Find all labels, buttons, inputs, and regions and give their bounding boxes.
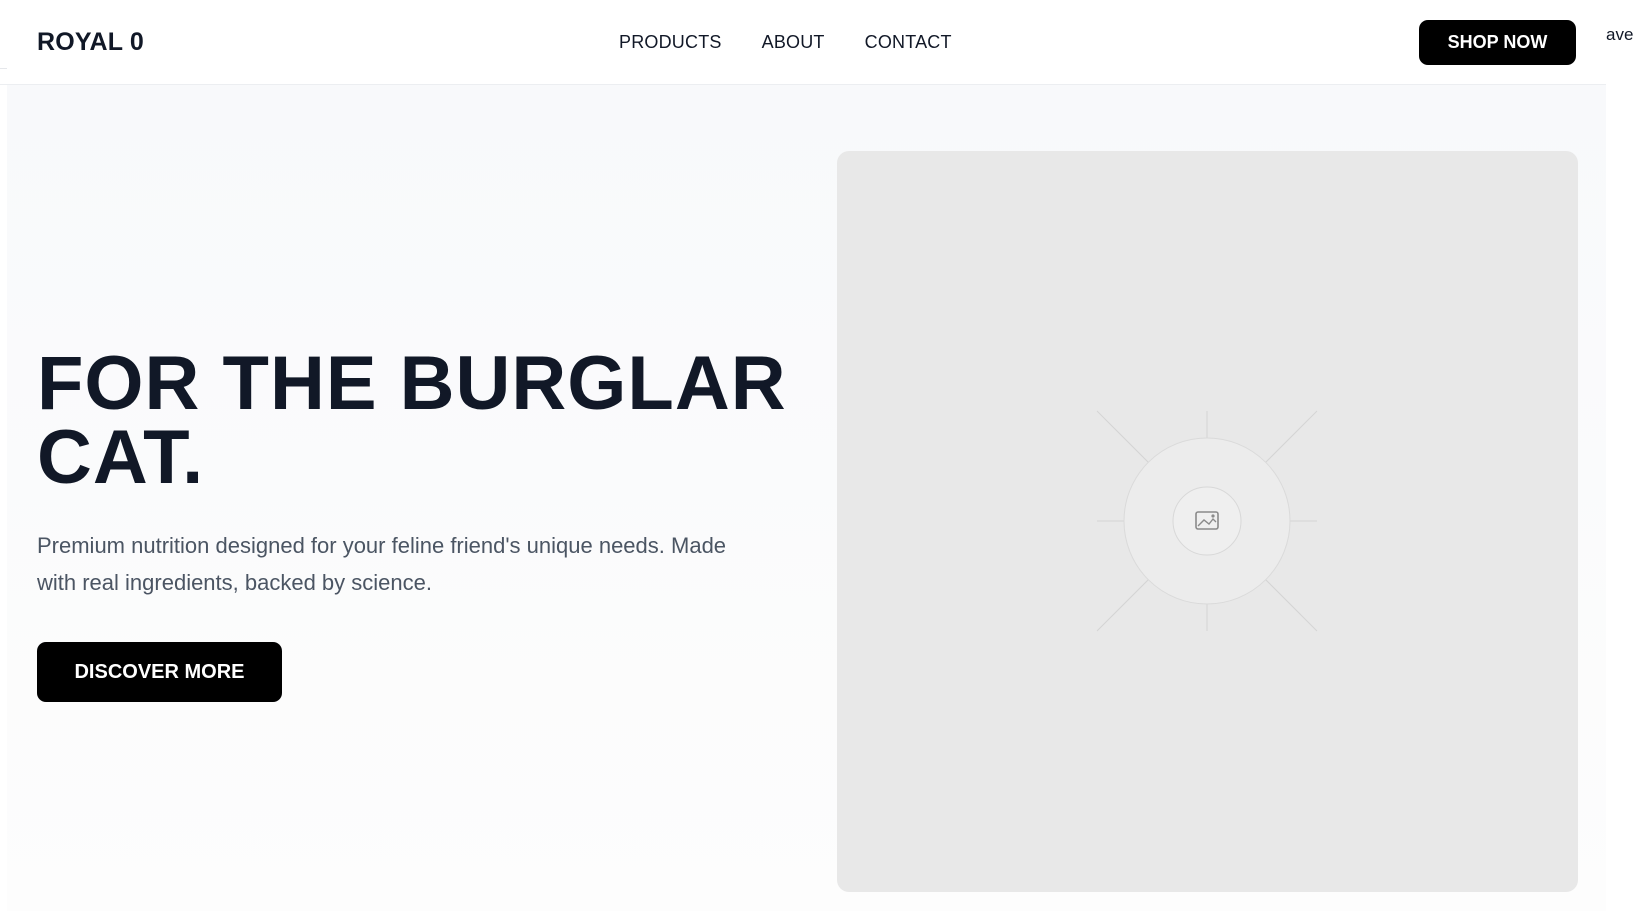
hero-image-placeholder <box>837 151 1578 892</box>
shop-now-button[interactable]: SHOP NOW <box>1419 20 1576 65</box>
site-header: ROYAL 0 PRODUCTS ABOUT CONTACT SHOP NOW <box>0 0 1606 85</box>
nav-link-about[interactable]: ABOUT <box>762 30 825 54</box>
clipped-nav-text: ave <box>1606 25 1634 44</box>
discover-more-button[interactable]: DISCOVER MORE <box>37 642 282 702</box>
hero-section: FOR THE BURGLAR CAT. Premium nutrition d… <box>7 85 1606 911</box>
hero-heading: FOR THE BURGLAR CAT. <box>37 341 787 500</box>
nav-link-products[interactable]: PRODUCTS <box>619 30 722 54</box>
placeholder-inner-ring <box>1172 486 1242 556</box>
main-navigation: PRODUCTS ABOUT CONTACT <box>619 30 952 54</box>
nav-link-contact[interactable]: CONTACT <box>865 30 952 54</box>
placeholder-graphic <box>1096 410 1318 632</box>
landing-page: ROYAL 0 PRODUCTS ABOUT CONTACT SHOP NOW … <box>0 0 1636 911</box>
hero-description: Premium nutrition designed for your feli… <box>37 533 727 595</box>
brand-logo[interactable]: ROYAL 0 <box>37 26 144 58</box>
header-divider <box>0 68 7 69</box>
